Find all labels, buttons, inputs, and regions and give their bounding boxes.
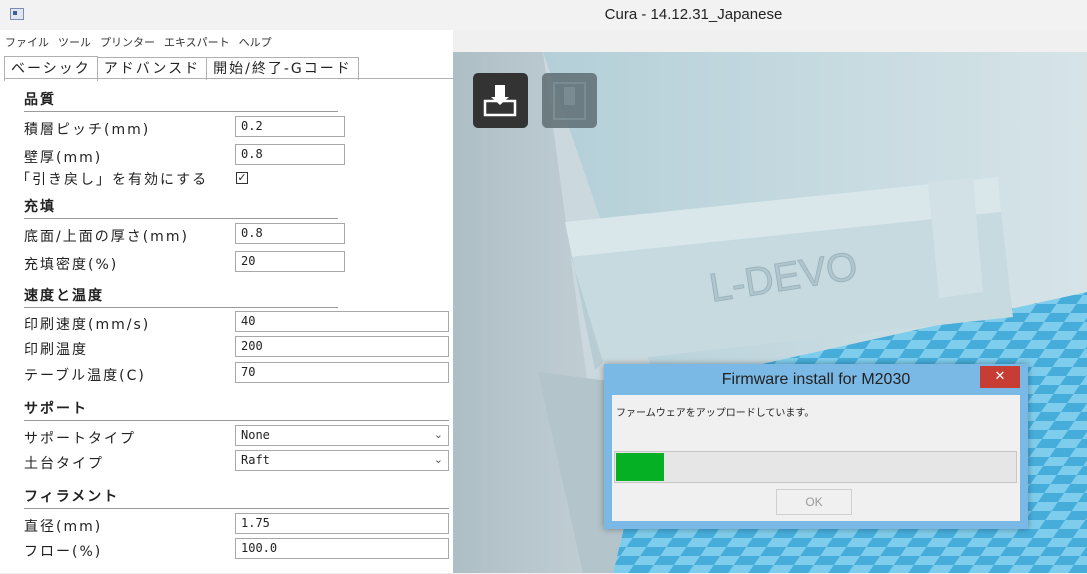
label-flow: フロー(%)	[24, 544, 103, 560]
upload-progress-bar	[614, 451, 1017, 483]
platform-adhesion-select[interactable]: Raft ⌄	[235, 450, 449, 471]
label-print-temperature: 印刷温度	[24, 342, 88, 358]
save-sd-button[interactable]	[542, 73, 597, 128]
tab-start-end-gcode[interactable]: 開始/終了-Gコード	[206, 57, 359, 80]
label-support-type: サポートタイプ	[24, 431, 136, 447]
chevron-down-icon: ⌄	[433, 428, 443, 441]
label-layer-height: 積層ピッチ(mm)	[24, 122, 151, 138]
ok-button[interactable]: OK	[776, 489, 852, 515]
label-diameter: 直径(mm)	[24, 519, 103, 535]
section-filament: フィラメント	[24, 486, 449, 509]
menu-help[interactable]: ヘルプ	[234, 30, 276, 50]
dialog-message: ファームウェアをアップロードしています。	[616, 408, 815, 419]
label-platform-adhesion: 土台タイプ	[24, 456, 104, 472]
chevron-down-icon: ⌄	[433, 453, 443, 466]
menu-expert[interactable]: エキスパート	[159, 30, 234, 50]
print-temperature-input[interactable]: 200	[235, 336, 449, 357]
section-speed-temperature: 速度と温度	[24, 285, 338, 308]
label-retraction: 「引き戻し」を有効にする	[16, 172, 209, 188]
progress-fill	[616, 453, 665, 481]
fill-density-input[interactable]: 20	[235, 251, 345, 272]
retraction-checkbox[interactable]: ✓	[236, 172, 248, 184]
menu-bar: ファイル ツール プリンター エキスパート ヘルプ	[0, 30, 453, 52]
close-icon[interactable]: ✕	[980, 366, 1020, 388]
section-support: サポート	[24, 398, 449, 421]
layer-height-input[interactable]: 0.2	[235, 116, 345, 137]
bottom-top-thickness-input[interactable]: 0.8	[235, 223, 345, 244]
settings-panel: ベーシック アドバンスド 開始/終了-Gコード 品質 積層ピッチ(mm) 0.2 壁…	[0, 52, 453, 573]
section-fill: 充填	[24, 196, 338, 219]
support-type-value: None	[241, 428, 270, 442]
print-speed-input[interactable]: 40	[235, 311, 449, 332]
basic-settings: 品質 積層ピッチ(mm) 0.2 壁厚(mm) 0.8 「引き戻し」を有効にする…	[4, 78, 453, 574]
label-fill-density: 充填密度(%)	[24, 257, 119, 273]
sd-card-icon	[553, 82, 586, 120]
flow-input[interactable]: 100.0	[235, 538, 449, 559]
bed-temperature-input[interactable]: 70	[235, 362, 449, 383]
label-bottom-top-thickness: 底面/上面の厚さ(mm)	[24, 229, 189, 245]
load-model-button[interactable]	[473, 73, 528, 128]
support-type-select[interactable]: None ⌄	[235, 425, 449, 446]
load-model-icon	[483, 85, 517, 117]
dialog-body: ファームウェアをアップロードしています。 OK	[612, 395, 1020, 521]
platform-adhesion-value: Raft	[241, 453, 270, 467]
label-shell-thickness: 壁厚(mm)	[24, 150, 103, 166]
section-quality: 品質	[24, 89, 338, 112]
menu-file[interactable]: ファイル	[0, 30, 53, 50]
diameter-input[interactable]: 1.75	[235, 513, 449, 534]
label-print-speed: 印刷速度(mm/s)	[24, 317, 151, 333]
dialog-title: Firmware install for M2030	[721, 371, 911, 388]
window-title: Cura - 14.12.31_Japanese	[604, 6, 783, 23]
title-bar: Cura - 14.12.31_Japanese	[0, 0, 1087, 30]
tab-bar: ベーシック アドバンスド 開始/終了-Gコード	[4, 55, 359, 81]
shell-thickness-input[interactable]: 0.8	[235, 144, 345, 165]
menu-tools[interactable]: ツール	[53, 30, 95, 50]
tab-advanced[interactable]: アドバンスド	[96, 57, 208, 80]
firmware-install-dialog: Firmware install for M2030 ✕ ファームウェアをアップ…	[604, 364, 1028, 529]
label-bed-temperature: テーブル温度(C)	[24, 368, 146, 384]
menu-printer[interactable]: プリンター	[95, 30, 159, 50]
